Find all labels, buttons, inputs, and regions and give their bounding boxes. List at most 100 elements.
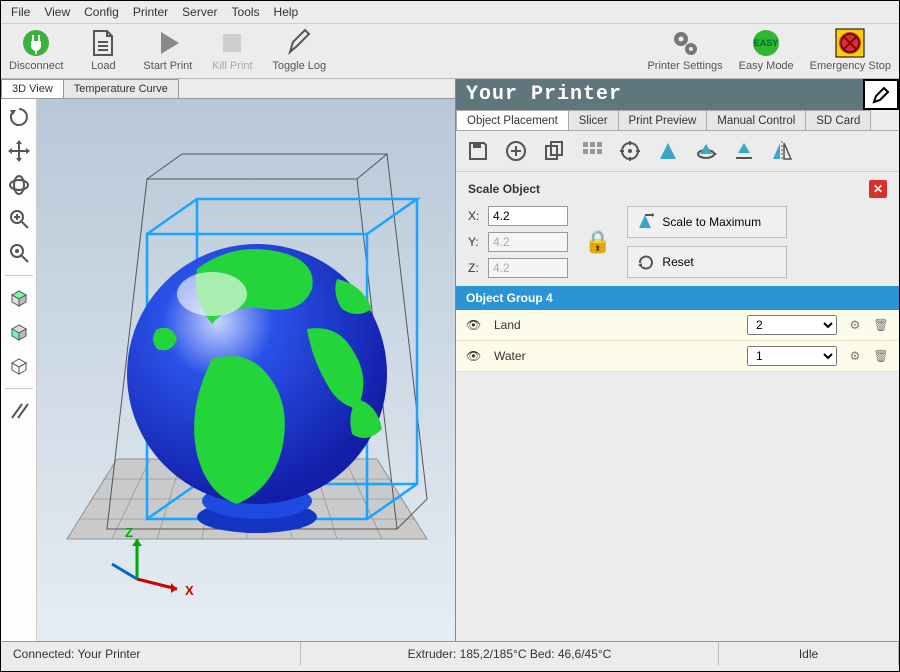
- extruder-select[interactable]: 1: [747, 346, 837, 366]
- object-settings-icon[interactable]: ⚙: [847, 349, 863, 363]
- menu-file[interactable]: File: [11, 5, 30, 19]
- plug-icon: [21, 28, 51, 58]
- save-icon[interactable]: [464, 137, 492, 165]
- view-front-icon[interactable]: [5, 318, 33, 346]
- object-name[interactable]: Water: [494, 349, 737, 363]
- object-delete-icon[interactable]: 🗑: [873, 318, 889, 332]
- side-toolbar: [1, 99, 37, 641]
- zoom-in-icon[interactable]: [5, 205, 33, 233]
- tab-slicer[interactable]: Slicer: [568, 110, 619, 130]
- extruder-select[interactable]: 2: [747, 315, 837, 335]
- scale-x-label: X:: [468, 209, 482, 223]
- object-name[interactable]: Land: [494, 318, 737, 332]
- menu-server[interactable]: Server: [182, 5, 217, 19]
- object-toolbar: [456, 131, 899, 172]
- disconnect-label: Disconnect: [9, 60, 63, 72]
- view-top-icon[interactable]: [5, 284, 33, 312]
- list-item: 👁 Water 1 ⚙ 🗑: [456, 341, 899, 372]
- axis-z-label: Z: [125, 525, 133, 540]
- parallel-lines-icon[interactable]: [5, 397, 33, 425]
- tab-print-preview[interactable]: Print Preview: [618, 110, 708, 130]
- view-iso-icon[interactable]: [5, 352, 33, 380]
- center-object-icon[interactable]: [616, 137, 644, 165]
- zoom-fit-icon[interactable]: [5, 239, 33, 267]
- toggle-log-button[interactable]: Toggle Log: [272, 28, 326, 72]
- visibility-toggle-icon[interactable]: 👁: [466, 349, 484, 363]
- kill-print-button: Kill Print: [208, 28, 256, 72]
- menu-bar: File View Config Printer Server Tools He…: [1, 1, 899, 24]
- mirror-object-icon[interactable]: [768, 137, 796, 165]
- status-connection: Connected: Your Printer: [1, 642, 301, 665]
- lock-aspect-icon[interactable]: 🔒: [584, 229, 611, 255]
- document-icon: [88, 28, 118, 58]
- axis-x-label: X: [185, 583, 194, 598]
- start-print-button[interactable]: Start Print: [143, 28, 192, 72]
- scale-y-input[interactable]: [488, 232, 568, 252]
- stop-icon: [217, 28, 247, 58]
- scale-reset-button[interactable]: Reset: [627, 246, 787, 278]
- list-item: 👁 Land 2 ⚙ 🗑: [456, 310, 899, 341]
- tab-temperature-curve[interactable]: Temperature Curve: [63, 79, 179, 98]
- object-group-header[interactable]: Object Group 4: [456, 286, 899, 310]
- left-pane: 3D View Temperature Curve: [1, 79, 456, 641]
- panel-tabs: Object Placement Slicer Print Preview Ma…: [456, 110, 899, 131]
- menu-printer[interactable]: Printer: [133, 5, 168, 19]
- object-settings-icon[interactable]: ⚙: [847, 318, 863, 332]
- status-state: Idle: [719, 642, 899, 665]
- tab-sd-card[interactable]: SD Card: [805, 110, 871, 130]
- autoposition-icon[interactable]: [578, 137, 606, 165]
- reset-view-icon[interactable]: [5, 103, 33, 131]
- load-button[interactable]: Load: [79, 28, 127, 72]
- disconnect-button[interactable]: Disconnect: [9, 28, 63, 72]
- menu-config[interactable]: Config: [84, 5, 119, 19]
- scale-section: Scale Object ✕ X: Y: Z: 🔒 Scale to Maxim…: [456, 172, 899, 286]
- play-icon: [153, 28, 183, 58]
- kill-print-label: Kill Print: [212, 60, 252, 72]
- close-scale-button[interactable]: ✕: [869, 180, 887, 198]
- tab-3d-view[interactable]: 3D View: [1, 79, 64, 98]
- pencil-icon: [284, 28, 314, 58]
- printer-header: Your Printer: [456, 79, 899, 110]
- scale-x-input[interactable]: [488, 206, 568, 226]
- status-temps: Extruder: 185,2/185°C Bed: 46,6/45°C: [301, 642, 719, 665]
- view-tabs: 3D View Temperature Curve: [1, 79, 455, 99]
- emergency-stop-label: Emergency Stop: [810, 60, 891, 72]
- scale-y-label: Y:: [468, 235, 482, 249]
- right-pane: Your Printer Object Placement Slicer Pri…: [456, 79, 899, 641]
- tab-manual-control[interactable]: Manual Control: [706, 110, 806, 130]
- add-object-icon[interactable]: [502, 137, 530, 165]
- status-bar: Connected: Your Printer Extruder: 185,2/…: [1, 641, 899, 665]
- printer-settings-label: Printer Settings: [647, 60, 722, 72]
- visibility-toggle-icon[interactable]: 👁: [466, 318, 484, 332]
- scale-heading: Scale Object: [468, 182, 540, 196]
- easy-mode-button[interactable]: EASY Easy Mode: [739, 28, 794, 72]
- object-delete-icon[interactable]: 🗑: [873, 349, 889, 363]
- copy-object-icon[interactable]: [540, 137, 568, 165]
- menu-help[interactable]: Help: [274, 5, 299, 19]
- load-label: Load: [91, 60, 115, 72]
- 3d-viewport[interactable]: X Z: [37, 99, 455, 641]
- side-toolbar-sep1: [5, 275, 33, 276]
- printer-settings-button[interactable]: Printer Settings: [647, 28, 722, 72]
- scale-z-input[interactable]: [488, 258, 568, 278]
- emergency-stop-button[interactable]: Emergency Stop: [810, 28, 891, 72]
- edit-printer-button[interactable]: [863, 79, 899, 110]
- rotate-object-icon[interactable]: [692, 137, 720, 165]
- menu-tools[interactable]: Tools: [232, 5, 260, 19]
- main-toolbar: Disconnect Load Start Print Kill Print T…: [1, 24, 899, 79]
- drop-object-icon[interactable]: [730, 137, 758, 165]
- toolbar-left-group: Disconnect Load Start Print Kill Print T…: [9, 28, 326, 72]
- gears-icon: [670, 28, 700, 58]
- rotate-icon[interactable]: [5, 171, 33, 199]
- emergency-stop-icon: [835, 28, 865, 58]
- scale-z-label: Z:: [468, 261, 482, 275]
- move-icon[interactable]: [5, 137, 33, 165]
- object-list: 👁 Land 2 ⚙ 🗑 👁 Water 1 ⚙ 🗑: [456, 310, 899, 372]
- tab-object-placement[interactable]: Object Placement: [456, 110, 569, 130]
- menu-view[interactable]: View: [44, 5, 70, 19]
- toggle-log-label: Toggle Log: [272, 60, 326, 72]
- scale-to-maximum-button[interactable]: Scale to Maximum: [627, 206, 787, 238]
- view-area: X Z: [1, 99, 455, 641]
- scale-object-icon[interactable]: [654, 137, 682, 165]
- printer-title: Your Printer: [456, 79, 863, 110]
